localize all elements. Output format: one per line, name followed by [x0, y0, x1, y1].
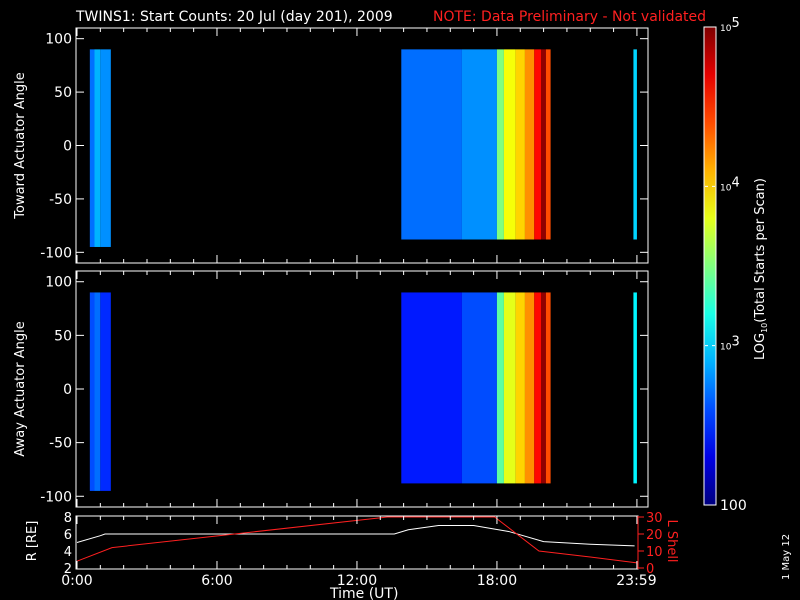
spectrogram-column	[503, 292, 516, 484]
colorbar-label: LOG10(Total Starts per Scan)	[753, 178, 769, 360]
r-tick-label: 6	[64, 528, 72, 543]
spectrogram-column	[94, 292, 101, 491]
spectrogram-column	[401, 49, 462, 240]
r-tick-label: 4	[64, 545, 72, 560]
spectrogram-column	[100, 292, 111, 491]
spectrogram-column	[545, 292, 551, 484]
r-line	[76, 525, 635, 547]
y-tick-label: -100	[40, 489, 72, 505]
l-tick-label: 30	[646, 511, 663, 526]
spectrogram-column	[461, 49, 497, 240]
y-tick-label: 50	[54, 85, 72, 101]
spectrogram-column	[534, 292, 542, 484]
y-axis-label: Away Actuator Angle	[13, 321, 28, 456]
spectrogram-column	[633, 49, 637, 240]
l-tick-label: 10	[646, 545, 663, 560]
colorbar-tick-label: 100	[720, 498, 747, 514]
y-tick-label: 100	[45, 275, 72, 291]
spectrogram-column	[524, 49, 535, 240]
spectrogram-column	[541, 49, 546, 240]
y-tick-label: 100	[45, 32, 72, 48]
spectrogram-column	[633, 292, 637, 484]
r-tick-label: 8	[64, 511, 72, 526]
data-note: NOTE: Data Preliminary - Not validated	[433, 9, 706, 25]
x-tick-label: 18:00	[477, 573, 517, 589]
plot-title: TWINS1: Start Counts: 20 Jul (day 201), …	[75, 9, 393, 25]
colorbar-tick-label: 103	[720, 335, 740, 353]
spectrogram-column	[94, 49, 101, 247]
y-tick-label: -50	[49, 436, 72, 452]
y-tick-label: 0	[63, 382, 72, 398]
spectrogram-column	[515, 49, 525, 240]
twins-plot: TWINS1: Start Counts: 20 Jul (day 201), …	[13, 9, 792, 600]
panel-frame	[75, 27, 649, 264]
l-tick-label: 20	[646, 528, 663, 543]
spectrogram-column	[545, 49, 551, 240]
spectrogram-column	[461, 292, 497, 484]
spectrogram-panel-2: 100 50 0 -50 -100 Away Actuator Angle	[13, 270, 649, 508]
date-stamp: 1 May 12	[781, 534, 792, 580]
colorbar-gradient	[703, 26, 717, 506]
x-tick-label: 0:00	[61, 573, 92, 589]
colorbar-tick-label: 104	[720, 175, 740, 193]
spectrogram-column	[515, 292, 525, 484]
y-tick-label: -50	[49, 192, 72, 208]
l-axis-label: L Shell	[664, 519, 679, 562]
y-axis-label: Toward Actuator Angle	[13, 72, 28, 219]
spectrogram-column	[89, 49, 95, 247]
spectrogram-column	[524, 292, 535, 484]
x-axis-label: Time (UT)	[329, 586, 398, 600]
spectrogram-column	[401, 292, 462, 484]
spectrogram-column	[541, 292, 546, 484]
y-tick-label: -100	[40, 245, 72, 261]
panel-frame	[75, 270, 649, 508]
orbit-panel: 86423020100R [RE] L Shell0:00 6:00 12:00 18:…	[25, 511, 679, 589]
spectrogram-column	[89, 292, 95, 491]
colorbar-tick-label: 105	[720, 16, 740, 34]
spectrogram-panel-1: 100 50 0 -50 -100 Toward Actuator Angle	[13, 27, 649, 264]
spectrogram-column	[496, 292, 504, 484]
r-axis-label: R [RE]	[25, 521, 40, 562]
spectrogram-column	[534, 49, 542, 240]
spectrogram-column	[503, 49, 516, 240]
y-tick-label: 50	[54, 328, 72, 344]
spectrogram-column	[100, 49, 111, 247]
colorbar: 100 103 104 105	[703, 16, 747, 514]
spectrogram-column	[496, 49, 504, 240]
x-tick-label: 6:00	[201, 573, 232, 589]
y-tick-label: 0	[63, 139, 72, 155]
x-tick-label: 23:59	[616, 573, 656, 589]
